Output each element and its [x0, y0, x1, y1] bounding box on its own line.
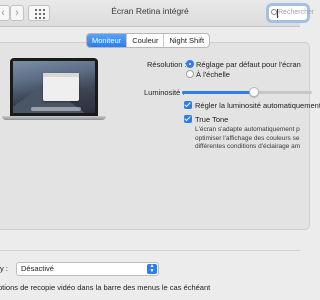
true-tone-description-line: optimiser l'affichage des couleurs se	[195, 134, 300, 142]
true-tone-description-line: L'écran s'adapte automatiquement p	[195, 126, 300, 133]
laptop-screen	[10, 58, 98, 116]
airplay-label: y :	[0, 264, 8, 273]
airplay-popup[interactable]: Désactivé ▲ ▼	[16, 262, 159, 276]
chevron-updown-icon: ▲ ▼	[147, 264, 157, 274]
forward-button[interactable]: ›	[10, 5, 24, 21]
show-all-button[interactable]	[28, 5, 50, 21]
title-bar: ‹ › Écran Retina intégré Rechercher	[0, 0, 314, 27]
section-divider	[0, 250, 300, 251]
search-placeholder: Rechercher	[278, 9, 315, 16]
resolution-scaled-radio[interactable]	[186, 70, 194, 78]
back-button[interactable]: ‹	[0, 5, 10, 21]
auto-brightness-checkbox[interactable]	[184, 101, 192, 109]
tab-moniteur[interactable]: Moniteur	[87, 34, 127, 47]
auto-brightness-label[interactable]: Régler la luminosité automatiquement	[195, 101, 320, 110]
brightness-slider-fill	[182, 91, 254, 94]
brightness-slider-knob[interactable]	[248, 87, 259, 97]
search-field[interactable]: Rechercher	[268, 5, 314, 21]
brightness-slider[interactable]	[182, 87, 312, 97]
brightness-label: Luminosité :	[144, 88, 185, 97]
tab-couleur[interactable]: Couleur	[126, 34, 163, 47]
mirroring-option-label[interactable]: ptions de recopie vidéo dans la barre de…	[0, 283, 210, 292]
window-title: Écran Retina intégré	[111, 6, 189, 16]
true-tone-description: L'écran s'adapte automatiquement p optim…	[195, 126, 315, 152]
tab-bar: Moniteur Couleur Night Shift	[86, 33, 211, 48]
resolution-label: Résolution :	[147, 60, 187, 69]
resolution-default-radio[interactable]	[186, 60, 194, 68]
resolution-default-label[interactable]: Réglage par défaut pour l'écran	[196, 60, 301, 69]
laptop-base	[2, 116, 106, 120]
laptop-illustration	[0, 58, 110, 136]
true-tone-description-line: différentes conditions d'éclairage am	[195, 143, 301, 150]
true-tone-label[interactable]: True Tone	[195, 115, 228, 124]
tab-night-shift[interactable]: Night Shift	[163, 34, 209, 47]
resolution-scaled-label[interactable]: À l'échelle	[196, 70, 230, 79]
airplay-value: Désactivé	[21, 264, 54, 273]
grid-icon	[35, 9, 37, 11]
true-tone-checkbox[interactable]	[184, 115, 192, 123]
